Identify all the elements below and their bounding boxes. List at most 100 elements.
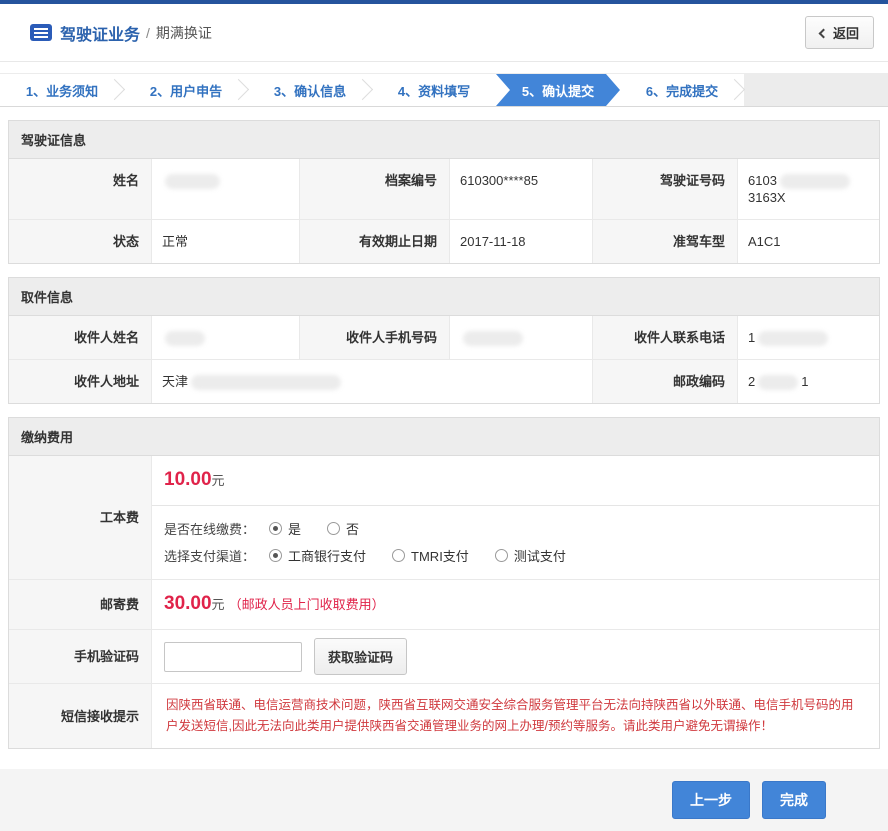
channel-tmri-option[interactable]: TMRI支付 (392, 546, 469, 565)
step-bar-filler (744, 74, 888, 106)
file-number-label: 档案编号 (299, 159, 449, 219)
step-label: 1、业务须知 (26, 81, 98, 100)
sms-code-input[interactable] (164, 642, 302, 672)
channel-test-option[interactable]: 测试支付 (495, 546, 566, 565)
radio-icon[interactable] (495, 549, 508, 562)
step-3-confirm-info[interactable]: 3、确认信息 (248, 74, 372, 106)
step-label: 2、用户申告 (150, 81, 222, 100)
production-fee-label: 工本费 (9, 456, 151, 579)
recipient-name-label: 收件人姓名 (9, 316, 151, 359)
name-label: 姓名 (9, 159, 151, 219)
recipient-address-label: 收件人地址 (9, 360, 151, 403)
status-label: 状态 (9, 220, 151, 263)
recipient-phone-value: 1 (737, 316, 879, 359)
online-yes-option[interactable]: 是 (269, 519, 301, 538)
pickup-row-2: 收件人地址 天津 邮政编码 21 (9, 359, 879, 403)
footer-action-bar: 上一步 完成 (0, 769, 888, 831)
chevron-left-icon (819, 28, 829, 38)
license-number-label: 驾驶证号码 (592, 159, 737, 219)
postage-fee-note: （邮政人员上门收取费用） (229, 597, 385, 612)
step-label: 4、资料填写 (398, 81, 470, 100)
radio-icon[interactable] (269, 549, 282, 562)
postage-fee-label: 邮寄费 (9, 580, 151, 629)
redacted-value (191, 375, 341, 390)
zip-prefix: 2 (748, 374, 755, 389)
redacted-value (780, 174, 850, 189)
zip-suffix: 1 (801, 374, 808, 389)
recipient-phone-label: 收件人联系电话 (592, 316, 737, 359)
production-fee-amount: 10.00 (164, 469, 212, 490)
redacted-value (758, 331, 828, 346)
production-fee-unit: 元 (212, 473, 225, 488)
get-sms-code-button[interactable]: 获取验证码 (314, 638, 407, 675)
radio-icon[interactable] (327, 522, 340, 535)
step-5-confirm-submit[interactable]: 5、确认提交 (496, 74, 620, 106)
recipient-mobile-label: 收件人手机号码 (299, 316, 449, 359)
step-label: 3、确认信息 (274, 81, 346, 100)
sms-code-label: 手机验证码 (9, 630, 151, 683)
license-row-1: 姓名 档案编号 610300****85 驾驶证号码 61033163X (9, 159, 879, 219)
recipient-mobile-value (449, 316, 592, 359)
redacted-value (165, 331, 205, 346)
pickup-info-section: 取件信息 收件人姓名 收件人手机号码 收件人联系电话 1 收件人地址 天津 邮政… (8, 277, 880, 404)
payment-channel-question: 选择支付渠道： (164, 546, 255, 565)
status-value: 正常 (151, 220, 299, 263)
valid-until-label: 有效期止日期 (299, 220, 449, 263)
online-no-label: 否 (346, 519, 359, 538)
breadcrumb-separator: / (146, 25, 150, 41)
sms-notice-row: 短信接收提示 因陕西省联通、电信运营商技术问题，陕西省互联网交通安全综合服务管理… (9, 683, 879, 748)
chevron-right-icon (724, 79, 745, 100)
payment-channel-question-line: 选择支付渠道： 工商银行支付 TMRI支付 测试支付 (164, 542, 867, 569)
vehicle-class-value: A1C1 (737, 220, 879, 263)
license-number-value: 61033163X (737, 159, 879, 219)
phone-prefix: 1 (748, 330, 755, 345)
postage-fee-row: 邮寄费 30.00元 （邮政人员上门收取费用） (9, 579, 879, 629)
step-4-fill-data[interactable]: 4、资料填写 (372, 74, 496, 106)
step-1-business-notice[interactable]: 1、业务须知 (0, 74, 124, 106)
breadcrumb-current: 期满换证 (156, 23, 212, 43)
channel-tmri-label: TMRI支付 (411, 546, 469, 565)
payment-section-title: 缴纳费用 (9, 418, 879, 456)
postage-fee-amount: 30.00 (164, 593, 212, 614)
step-label: 6、完成提交 (646, 81, 718, 100)
license-section-title: 驾驶证信息 (9, 121, 879, 159)
recipient-address-value: 天津 (151, 360, 592, 403)
channel-icbc-option[interactable]: 工商银行支付 (269, 546, 366, 565)
chevron-right-icon (228, 79, 249, 100)
redacted-value (165, 174, 220, 189)
sms-notice-label: 短信接收提示 (9, 684, 151, 748)
sms-code-cell: 获取验证码 (151, 630, 879, 683)
radio-icon[interactable] (269, 522, 282, 535)
online-yes-label: 是 (288, 519, 301, 538)
step-6-finish-submit[interactable]: 6、完成提交 (620, 74, 744, 106)
chevron-right-icon (104, 79, 125, 100)
production-fee-amount-line: 10.00元 (152, 456, 879, 505)
postage-fee-cell: 30.00元 （邮政人员上门收取费用） (151, 580, 879, 629)
finish-button[interactable]: 完成 (762, 781, 826, 819)
payment-options-block: 是否在线缴费： 是 否 选择支付渠道： 工商银行支付 (152, 505, 879, 579)
zip-code-label: 邮政编码 (592, 360, 737, 403)
page-title: 驾驶证业务 (60, 21, 140, 45)
vehicle-class-label: 准驾车型 (592, 220, 737, 263)
pickup-row-1: 收件人姓名 收件人手机号码 收件人联系电话 1 (9, 316, 879, 359)
online-payment-question-line: 是否在线缴费： 是 否 (164, 515, 867, 542)
zip-code-value: 21 (737, 360, 879, 403)
redacted-value (758, 375, 798, 390)
license-business-icon (30, 24, 52, 41)
page-header: 驾驶证业务 / 期满换证 返回 (0, 4, 888, 62)
online-no-option[interactable]: 否 (327, 519, 359, 538)
chevron-right-icon (352, 79, 373, 100)
previous-step-button[interactable]: 上一步 (672, 781, 750, 819)
license-row-2: 状态 正常 有效期止日期 2017-11-18 准驾车型 A1C1 (9, 219, 879, 263)
step-progress-bar: 1、业务须知 2、用户申告 3、确认信息 4、资料填写 5、确认提交 6、完成提… (0, 73, 888, 107)
recipient-name-value (151, 316, 299, 359)
back-button[interactable]: 返回 (805, 16, 874, 49)
online-payment-question: 是否在线缴费： (164, 519, 255, 538)
postage-fee-unit: 元 (212, 597, 225, 612)
radio-icon[interactable] (392, 549, 405, 562)
file-number-value: 610300****85 (449, 159, 592, 219)
channel-test-label: 测试支付 (514, 546, 566, 565)
channel-icbc-label: 工商银行支付 (288, 546, 366, 565)
redacted-value (463, 331, 523, 346)
step-2-user-declaration[interactable]: 2、用户申告 (124, 74, 248, 106)
